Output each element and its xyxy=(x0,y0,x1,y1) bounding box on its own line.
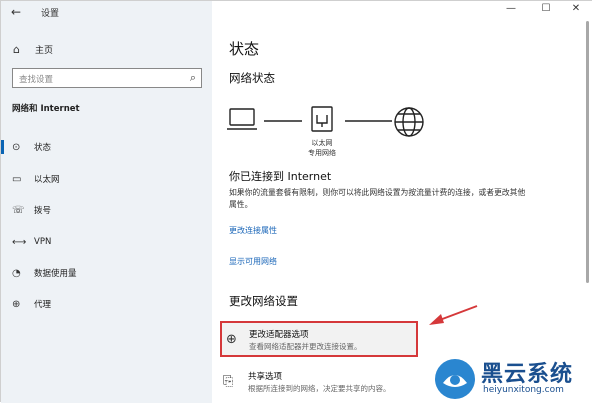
window-title: 设置 xyxy=(41,9,60,19)
sidebar-item-data-usage[interactable]: ◔ 数据使用量 xyxy=(1,264,212,282)
sidebar-item-label: 数据使用量 xyxy=(34,269,77,279)
laptop-icon xyxy=(227,108,257,130)
maximize-button[interactable]: ☐ xyxy=(536,3,556,19)
vpn-icon: ⟷ xyxy=(12,236,27,248)
option-title: 共享选项 xyxy=(248,372,283,382)
sharing-icon: ⎘ xyxy=(223,374,234,389)
watermark-logo-icon xyxy=(435,359,475,399)
sidebar-item-label: 拨号 xyxy=(34,206,52,216)
ethernet-icon: ▭ xyxy=(12,173,22,185)
search-icon[interactable]: ⌕ xyxy=(190,71,196,85)
selection-indicator xyxy=(1,140,4,154)
sidebar-item-dialup[interactable]: ☏ 拨号 xyxy=(1,201,212,219)
sidebar-item-label: 代理 xyxy=(34,300,52,310)
sidebar-item-status[interactable]: ⊙ 状态 xyxy=(1,138,212,156)
sidebar-item-label: 状态 xyxy=(34,143,52,153)
show-available-networks-link[interactable]: 显示可用网络 xyxy=(229,256,277,267)
watermark: 黑云系统 heiyunxitong.com xyxy=(431,354,591,403)
section-title: 网络和 Internet xyxy=(12,104,80,114)
sidebar-item-label: 以太网 xyxy=(34,175,60,185)
sidebar-item-vpn[interactable]: ⟷ VPN xyxy=(1,233,212,251)
sidebar-item-label: VPN xyxy=(34,237,52,247)
proxy-icon: ⊕ xyxy=(12,298,21,310)
change-settings-heading: 更改网络设置 xyxy=(229,294,298,308)
sidebar-item-home[interactable]: ⌂ 主页 xyxy=(13,41,53,57)
watermark-title: 黑云系统 xyxy=(481,362,574,387)
network-status-heading: 网络状态 xyxy=(229,71,275,85)
data-usage-icon: ◔ xyxy=(12,267,21,279)
ethernet-port-icon xyxy=(311,106,333,132)
diagram-label-ethernet: 以太网 xyxy=(312,138,333,147)
status-icon: ⊙ xyxy=(12,141,21,153)
watermark-url: heiyunxitong.com xyxy=(483,385,564,395)
settings-window: ← 设置 ⌂ 主页 查找设置 ⌕ 网络和 Internet ⊙ 状态 ▭ 以太网… xyxy=(0,0,592,403)
network-diagram: 以太网 专用网络 xyxy=(227,101,427,161)
adapter-icon: ⊕ xyxy=(226,332,237,347)
network-diagram-graphic: 以太网 专用网络 xyxy=(227,106,424,157)
change-adapter-options-button[interactable]: ⊕ 更改适配器选项 查看网络适配器并更改连接设置。 xyxy=(220,321,418,357)
connected-heading: 你已连接到 Internet xyxy=(229,170,332,183)
search-placeholder: 查找设置 xyxy=(19,75,54,85)
close-button[interactable]: ✕ xyxy=(566,3,586,19)
change-connection-properties-link[interactable]: 更改连接属性 xyxy=(229,225,277,236)
annotation-arrow-icon xyxy=(429,305,478,325)
home-icon: ⌂ xyxy=(13,42,20,56)
search-input[interactable]: 查找设置 ⌕ xyxy=(12,68,202,88)
sharing-options-button[interactable]: ⎘ 共享选项 根据所连接到的网络，决定要共享的内容。 xyxy=(218,363,418,403)
option-title: 更改适配器选项 xyxy=(249,330,309,340)
back-icon[interactable]: ← xyxy=(11,5,21,19)
main-content: — ☐ ✕ 状态 网络状态 以太网 专用网络 你已连接到 Internet 如果… xyxy=(212,1,592,403)
diagram-label-private: 专用网络 xyxy=(308,148,336,157)
sidebar-item-proxy[interactable]: ⊕ 代理 xyxy=(1,295,212,313)
sidebar-item-label: 主页 xyxy=(35,45,54,56)
globe-icon xyxy=(394,107,424,137)
minimize-button[interactable]: — xyxy=(501,3,521,19)
page-title: 状态 xyxy=(229,40,260,58)
sidebar-item-ethernet[interactable]: ▭ 以太网 xyxy=(1,170,212,188)
option-subtitle: 根据所连接到的网络，决定要共享的内容。 xyxy=(248,384,391,393)
option-subtitle: 查看网络适配器并更改连接设置。 xyxy=(249,342,362,351)
connected-description: 如果你的流量套餐有限制，则你可以将此网络设置为按流量计费的连接，或者更改其他属性… xyxy=(229,188,526,209)
scrollbar[interactable] xyxy=(586,21,589,283)
dialup-icon: ☏ xyxy=(12,204,25,216)
sidebar: ← 设置 ⌂ 主页 查找设置 ⌕ 网络和 Internet ⊙ 状态 ▭ 以太网… xyxy=(1,1,212,403)
